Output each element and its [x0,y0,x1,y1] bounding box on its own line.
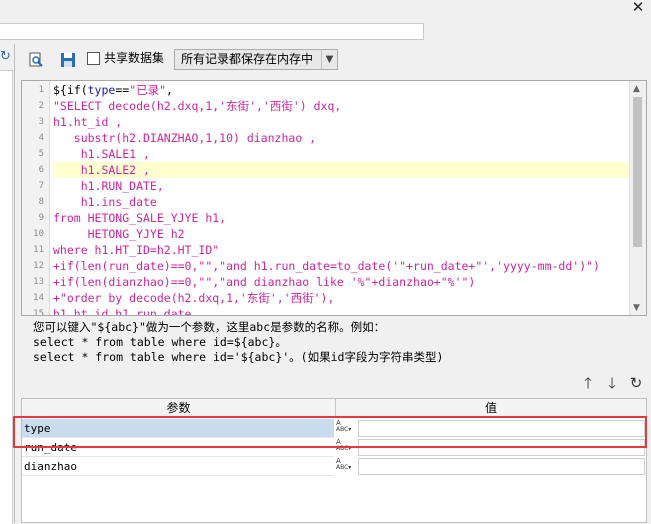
hint-line-3: select * from table where id='${abc}'。(如… [33,350,444,364]
code-token: h1.ins_date [53,195,157,209]
memory-mode-value: 所有记录都保存在内存中 [181,52,314,66]
share-dataset-label: 共享数据集 [104,51,165,65]
line-number: 4 [38,133,44,143]
arrow-down-icon[interactable]: 🡓 [603,374,621,392]
code-token: substr(h2.DIANZHAO,1,10) dianzhao , [53,131,317,145]
code-line[interactable]: "SELECT decode(h2.dxq,1,'东街','西街') dxq, [53,98,629,114]
parameter-type-icon[interactable]: A ABC▾ [335,458,356,476]
hint-line-1: 您可以键入"${abc}"做为一个参数，这里abc是参数的名称。例如： [33,320,386,334]
parameter-value-input[interactable] [358,458,645,475]
chevron-down-icon[interactable]: ▼ [321,50,337,69]
preview-icon[interactable] [28,52,44,68]
line-number: 14 [33,293,44,303]
code-line[interactable]: h1.RUN_DATE, [53,178,629,194]
code-line[interactable]: h1.SALE2 , [53,162,629,178]
table-row[interactable]: dianzhao A ABC▾ [22,457,646,476]
memory-mode-select[interactable]: 所有记录都保存在内存中 ▼ [174,49,338,70]
scroll-down-icon[interactable]: ▼ [633,303,640,313]
line-number: 3 [38,117,44,127]
code-line[interactable]: h1.ht_id,h1.run_date [53,306,629,316]
scroll-thumb[interactable] [633,97,642,247]
code-line[interactable]: h1.SALE1 , [53,146,629,162]
code-token: type [87,83,116,97]
parameter-name-cell[interactable]: dianzhao [22,457,334,476]
line-number: 1 [38,85,44,95]
line-number: 8 [38,197,44,207]
code-token: "已录" [129,83,167,97]
code-line[interactable]: ${if(type=="已录", [53,82,629,98]
editor-vertical-scrollbar[interactable]: ▲ ▼ [629,81,646,315]
code-line[interactable]: h1.ins_date [53,194,629,210]
line-number: 5 [38,149,44,159]
dataset-list[interactable] [0,70,13,524]
code-token: +if(len(dianzhao)==0,"","and dianzhao li… [53,275,476,289]
code-token: +"order by decode(h2.dxq,1,'东街','西街'), [53,291,335,305]
code-line[interactable]: where h1.HT_ID=h2.HT_ID" [53,242,629,258]
code-line[interactable]: substr(h2.DIANZHAO,1,10) dianzhao , [53,130,629,146]
code-token: , [166,83,173,97]
parameter-hint: 您可以键入"${abc}"做为一个参数，这里abc是参数的名称。例如： sele… [33,320,633,365]
refresh-icon[interactable]: ↻ [627,374,645,392]
code-line[interactable]: HETONG_YJYE h2 [53,226,629,242]
code-token: == [115,83,130,97]
code-line[interactable]: from HETONG_SALE_YJYE h1, [53,210,629,226]
line-number: 12 [33,261,44,271]
line-number: 10 [33,229,44,239]
close-icon[interactable]: ✕ [628,0,648,16]
hint-line-2: select * from table where id=${abc}。 [33,335,287,349]
code-line[interactable]: +if(len(run_date)==0,"","and h1.run_date… [53,258,629,274]
share-dataset-checkbox[interactable] [87,52,100,65]
code-token: HETONG_YJYE h2 [53,227,185,241]
code-token: where h1.HT_ID=h2.HT_ID" [53,243,220,257]
code-token: from HETONG_SALE_YJYE h1, [53,211,227,225]
code-token: h1.ht_id , [53,115,123,129]
line-number: 7 [38,181,44,191]
line-number: 11 [33,245,44,255]
refresh-icon[interactable]: ↻ [0,50,11,64]
line-number: 13 [33,277,44,287]
code-token: h1.RUN_DATE, [53,179,164,193]
code-line[interactable]: +if(len(dianzhao)==0,"","and dianzhao li… [53,274,629,290]
line-number-gutter: 1 2 3 4 5 6 7 8 9 10 11 12 13 14 15 [22,81,50,316]
code-token: +if(len(run_date)==0,"","and h1.run_date… [53,259,600,273]
code-token: h1.SALE1 , [53,147,150,161]
sql-editor[interactable]: 1 2 3 4 5 6 7 8 9 10 11 12 13 14 15 ${if(type=="已录", "S… [21,80,647,316]
highlight-box [13,416,647,448]
code-line[interactable]: h1.ht_id , [53,114,629,130]
editor-toolbar: 共享数据集 所有记录都保存在内存中 ▼ [20,46,651,74]
save-icon[interactable] [60,52,76,68]
code-token: h1.ht_id,h1.run_date [53,307,192,316]
arrow-up-icon[interactable]: 🡑 [579,374,597,392]
line-number: 6 [38,165,44,175]
code-token: h1.SALE2 , [53,163,150,177]
top-text-field[interactable] [0,23,424,40]
code-line[interactable]: +"order by decode(h2.dxq,1,'东街','西街'), [53,290,629,306]
line-number: 15 [33,309,44,316]
code-token: "SELECT decode(h2.dxq,1,'东街','西街') dxq, [53,99,342,113]
scroll-up-icon[interactable]: ▲ [633,84,640,94]
code-token: ${if( [53,83,88,97]
line-number: 2 [38,101,44,111]
line-number: 9 [38,213,44,223]
